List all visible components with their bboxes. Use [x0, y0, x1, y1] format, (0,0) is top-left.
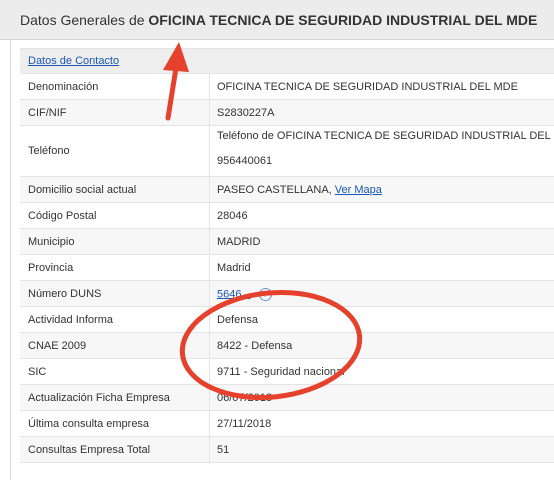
row-value: 27/11/2018 [217, 418, 272, 430]
table-row: CNAE 2009 8422 - Defensa [20, 333, 554, 359]
row-value: 9711 - Seguridad nacional [217, 366, 345, 378]
table-row: CIF/NIF S2830227A [20, 100, 554, 126]
panel-title: Datos Generales de OFICINA TECNICA DE SE… [20, 12, 537, 28]
row-value: PASEO CASTELLANA, Ver Mapa [217, 184, 382, 196]
phone-owner: Teléfono de OFICINA TECNICA DE SEGURIDAD… [217, 130, 554, 142]
table-row: Municipio MADRID [20, 229, 554, 255]
row-label: SIC [28, 366, 47, 378]
row-value: 5646...? [217, 288, 272, 301]
panel-header: Datos Generales de OFICINA TECNICA DE SE… [0, 0, 554, 40]
table-row: Actividad Informa Defensa [20, 307, 554, 333]
row-value: 06/07/2018 [217, 392, 273, 404]
row-value: OFICINA TECNICA DE SEGURIDAD INDUSTRIAL … [217, 81, 518, 93]
view-map-link[interactable]: Ver Mapa [335, 184, 382, 196]
row-label: Actualización Ficha Empresa [28, 392, 170, 404]
row-label: Denominación [28, 81, 99, 93]
row-value: 51 [217, 444, 230, 456]
company-data-table: Datos de Contacto Denominación OFICINA T… [20, 48, 554, 463]
row-label: Actividad Informa [28, 314, 113, 326]
row-label: Municipio [28, 236, 75, 248]
title-prefix: Datos Generales de [20, 12, 145, 28]
address-text: PASEO CASTELLANA, [217, 184, 332, 196]
duns-link[interactable]: 5646... [217, 288, 251, 300]
table-row: Código Postal 28046 [20, 203, 554, 229]
company-name: OFICINA TECNICA DE SEGURIDAD INDUSTRIAL … [148, 12, 538, 28]
contact-data-link[interactable]: Datos de Contacto [28, 55, 119, 67]
row-label: CNAE 2009 [28, 340, 87, 352]
row-value: 8422 - Defensa [217, 340, 293, 352]
table-row: Actualización Ficha Empresa 06/07/2018 [20, 385, 554, 411]
table-row: Teléfono Teléfono de OFICINA TECNICA DE … [20, 126, 554, 177]
row-value: Madrid [217, 262, 251, 274]
table-row: Última consulta empresa 27/11/2018 [20, 411, 554, 437]
help-icon[interactable]: ? [258, 288, 272, 301]
table-row: SIC 9711 - Seguridad nacional [20, 359, 554, 385]
table-row-contact: Datos de Contacto [20, 49, 554, 74]
table-row: Domicilio social actual PASEO CASTELLANA… [20, 177, 554, 203]
row-value: Defensa [217, 314, 258, 326]
table-row: Provincia Madrid [20, 255, 554, 281]
row-label: Domicilio social actual [28, 184, 137, 196]
phone-number: 956440061 [217, 155, 273, 167]
row-label: Teléfono [28, 145, 70, 157]
row-label: Provincia [28, 262, 74, 274]
table-row: Número DUNS 5646...? [20, 281, 554, 307]
row-label: CIF/NIF [28, 107, 67, 119]
row-label: Última consulta empresa [28, 418, 150, 430]
row-label: Consultas Empresa Total [28, 444, 151, 456]
table-row: Denominación OFICINA TECNICA DE SEGURIDA… [20, 74, 554, 100]
row-label: Número DUNS [28, 288, 102, 300]
row-label: Código Postal [28, 210, 97, 222]
row-value: S2830227A [217, 107, 275, 119]
row-value: MADRID [217, 236, 261, 248]
row-value: 28046 [217, 210, 248, 222]
table-row: Consultas Empresa Total 51 [20, 437, 554, 463]
